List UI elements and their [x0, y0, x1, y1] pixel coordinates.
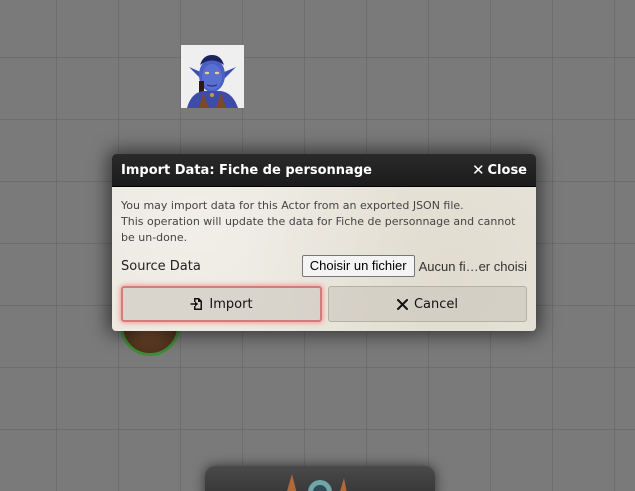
file-status-text: Aucun fi…er choisi	[418, 258, 527, 274]
source-data-row: Source Data Choisir un fichier Aucun fi……	[121, 254, 527, 278]
dialog-body: You may import data for this Actor from …	[112, 187, 536, 322]
cancel-button[interactable]: Cancel	[328, 286, 527, 322]
choose-file-button[interactable]: Choisir un fichier	[301, 255, 415, 277]
close-icon: ✕	[471, 160, 485, 179]
file-import-icon	[190, 297, 203, 311]
source-data-label: Source Data	[121, 258, 201, 274]
dialog-header[interactable]: Import Data: Fiche de personnage ✕ Close	[112, 154, 536, 187]
actor-token-partial[interactable]	[205, 466, 435, 491]
x-icon	[396, 298, 408, 310]
token-art-image	[287, 474, 347, 491]
import-message-line-1: You may import data for this Actor from …	[121, 199, 464, 212]
import-label: Import	[209, 296, 253, 312]
import-data-dialog: Import Data: Fiche de personnage ✕ Close…	[112, 154, 536, 331]
close-label: Close	[487, 162, 527, 178]
close-button[interactable]: ✕ Close	[471, 160, 527, 179]
source-file-input[interactable]: Choisir un fichier Aucun fi…er choisi	[301, 255, 527, 277]
dialog-title: Import Data: Fiche de personnage	[121, 162, 372, 178]
import-button[interactable]: Import	[121, 286, 322, 322]
import-message-line-2: This operation will update the data for …	[121, 215, 516, 244]
blue-elf-portrait-image	[181, 45, 244, 108]
cancel-label: Cancel	[413, 296, 459, 312]
dialog-buttons: Import Cancel	[121, 286, 527, 322]
actor-token-portrait[interactable]	[181, 45, 244, 108]
